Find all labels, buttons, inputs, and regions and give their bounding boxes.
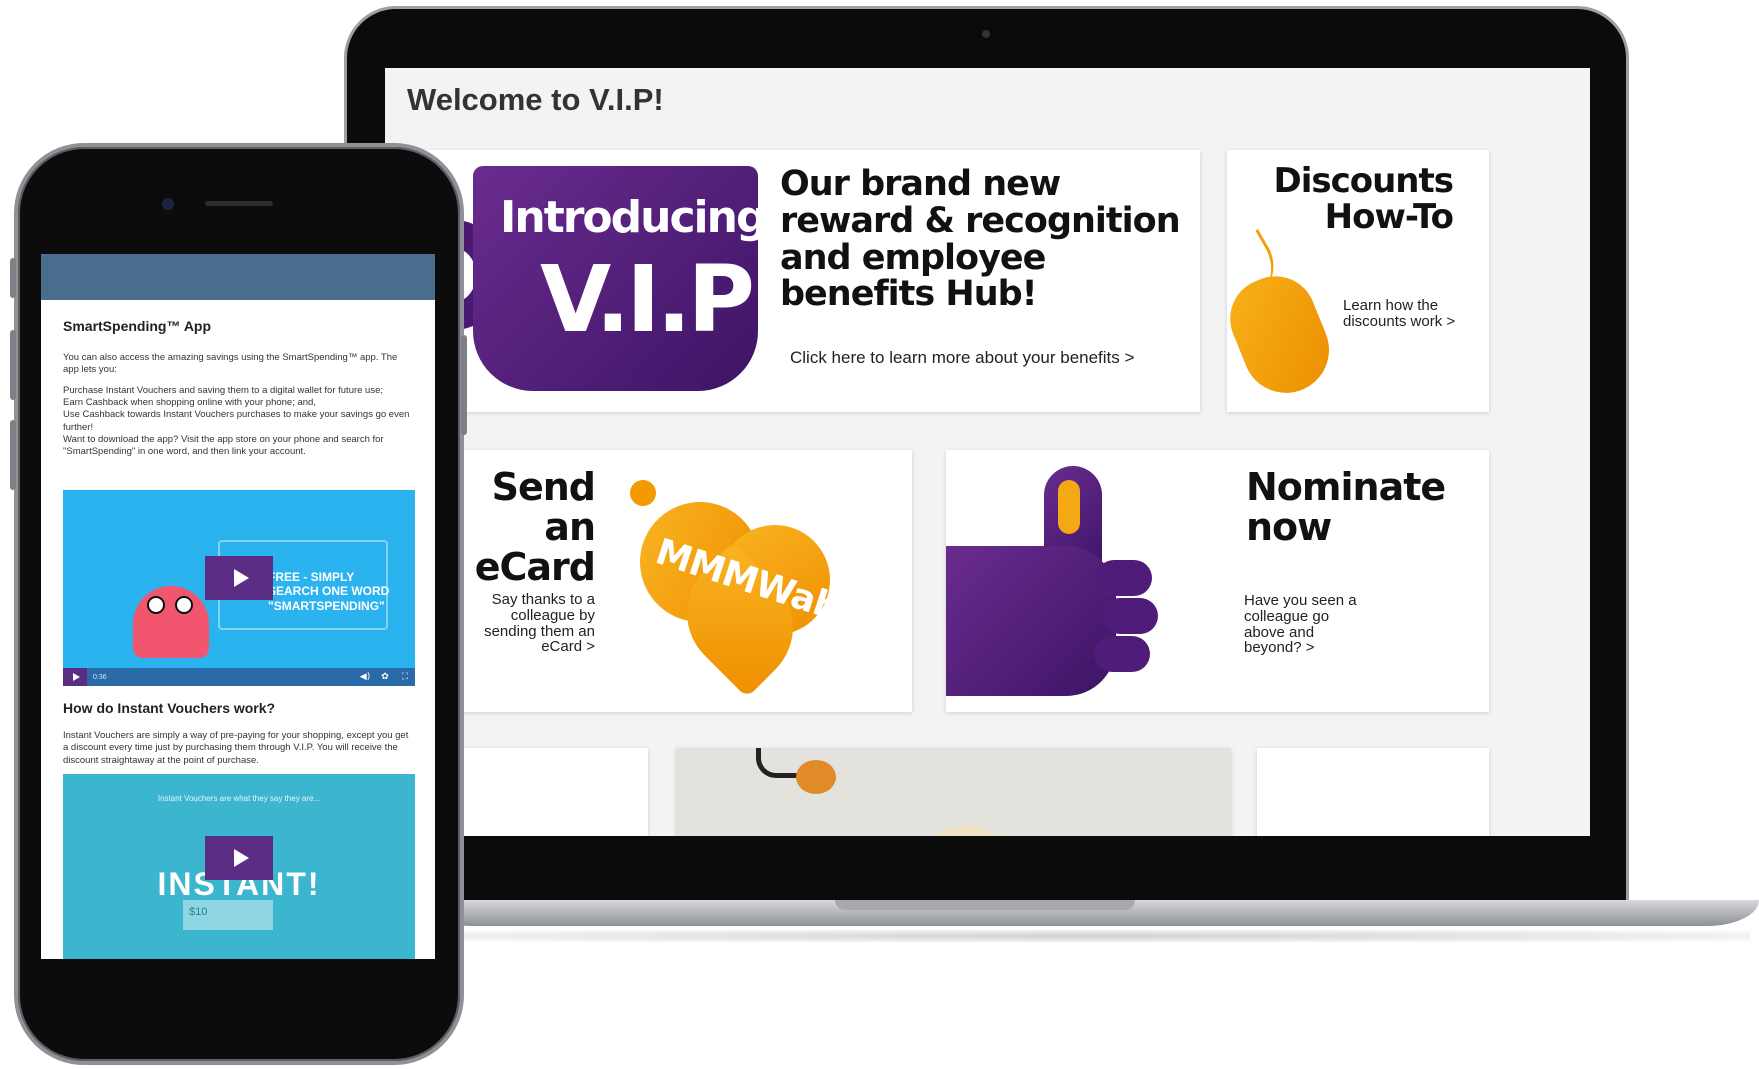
front-camera-icon [162,198,174,210]
control-play-button[interactable] [63,668,87,686]
discounts-title: Discounts How-To [1273,161,1454,237]
smartspending-intro: You can also access the amazing savings … [63,352,398,376]
nominate-title-line-1: Nominate [1246,465,1446,509]
ecard-title: Send an eCard [445,465,596,589]
phone-volume-down-button [10,420,16,490]
video-time: 0:36 [93,673,107,681]
knuckle-graphic [1094,636,1150,672]
instant-vouchers-text: Instant Vouchers are simply a way of pre… [63,730,409,766]
voucher-amount: $10 [189,906,208,918]
smartspending-text: You can also access the amazing savings … [63,352,413,459]
mug-text-introducing: Introducing [500,192,767,243]
ecard-title-line-2: eCard [474,544,596,589]
video-play-button[interactable] [205,556,273,600]
ecard-title-line-1: Send an [491,465,596,549]
discounts-link[interactable]: Learn how the discounts work > [1343,298,1483,330]
mug-text-vip: V.I.P [540,246,755,353]
smartspending-item: Earn Cashback when shopping online with … [63,397,316,409]
smartspending-video[interactable]: FREE - SIMPLY SEARCH ONE WORD "SMARTSPEN… [63,490,415,686]
volume-icon[interactable]: ◀) [355,672,375,682]
ecard-link[interactable]: Say thanks to a colleague by sending the… [475,592,595,655]
instant-vouchers-video[interactable]: Instant Vouchers are what they say they … [63,774,415,959]
smartspending-item: Purchase Instant Vouchers and saving the… [63,384,384,396]
discounts-card[interactable]: Discounts How-To Learn how the discounts… [1227,150,1489,412]
video-play-button[interactable] [205,836,273,880]
discounts-title-line-1: Discounts [1273,161,1454,201]
play-icon [233,569,249,587]
person-head-graphic [931,826,1001,836]
smartspending-title: SmartSpending™ App [63,318,212,334]
phone-volume-up-button [10,330,16,400]
instant-vouchers-title: How do Instant Vouchers work? [63,700,276,716]
video-overlay-text: FREE - SIMPLY SEARCH ONE WORD "SMARTSPEN… [268,570,390,613]
monster-character-graphic [133,586,209,658]
knuckle-graphic [1102,598,1158,634]
phone-screen: SmartSpending™ App You can also access t… [41,254,435,959]
nominate-card[interactable]: Nominate now Have you seen a colleague g… [946,450,1489,712]
fist-graphic [946,546,1116,696]
ecard-card[interactable]: Send an eCard Say thanks to a colleague … [390,450,912,712]
nominate-title-line-2: now [1246,504,1332,549]
thumb-nail-graphic [1058,480,1080,534]
discounts-title-line-2: How-To [1324,196,1454,237]
laptop-shadow [430,930,1750,942]
bottom-card-photo[interactable] [676,748,1231,836]
monster-eye [175,596,193,614]
hero-headline: Our brand new reward & recognition and e… [780,164,1181,315]
settings-icon[interactable]: ✿ [375,672,395,682]
laptop-camera [982,30,990,38]
knuckle-graphic [1096,560,1152,596]
video-caption: Instant Vouchers are what they say they … [157,794,321,803]
video-controls: 0:36 ◀) ✿ ⛶ [63,668,415,686]
bottom-card-right[interactable] [1257,748,1489,836]
laptop-screen: Welcome to V.I.P! Introducing V.I.P Our … [385,68,1590,836]
smartspending-item: Use Cashback towards Instant Vouchers pu… [63,409,410,433]
nominate-link[interactable]: Have you seen a colleague go above and b… [1244,593,1364,656]
phone-speaker [205,201,273,206]
play-icon [233,849,249,867]
play-icon [72,673,80,681]
page-title: Welcome to V.I.P! [407,82,664,117]
hero-card[interactable]: Introducing V.I.P Our brand new reward &… [390,150,1200,412]
phone-mute-switch [10,258,16,298]
smartspending-item: Want to download the app? Visit the app … [63,434,384,458]
small-heart-icon [630,480,656,506]
fullscreen-icon[interactable]: ⛶ [395,672,415,682]
monster-eye [147,596,165,614]
laptop-notch [835,900,1135,910]
phone-header-bar [41,254,435,300]
hero-link[interactable]: Click here to learn more about your bene… [790,348,1134,368]
lamp-graphic [796,760,836,794]
nominate-title: Nominate now [1246,465,1446,549]
phone-power-button [461,335,467,435]
